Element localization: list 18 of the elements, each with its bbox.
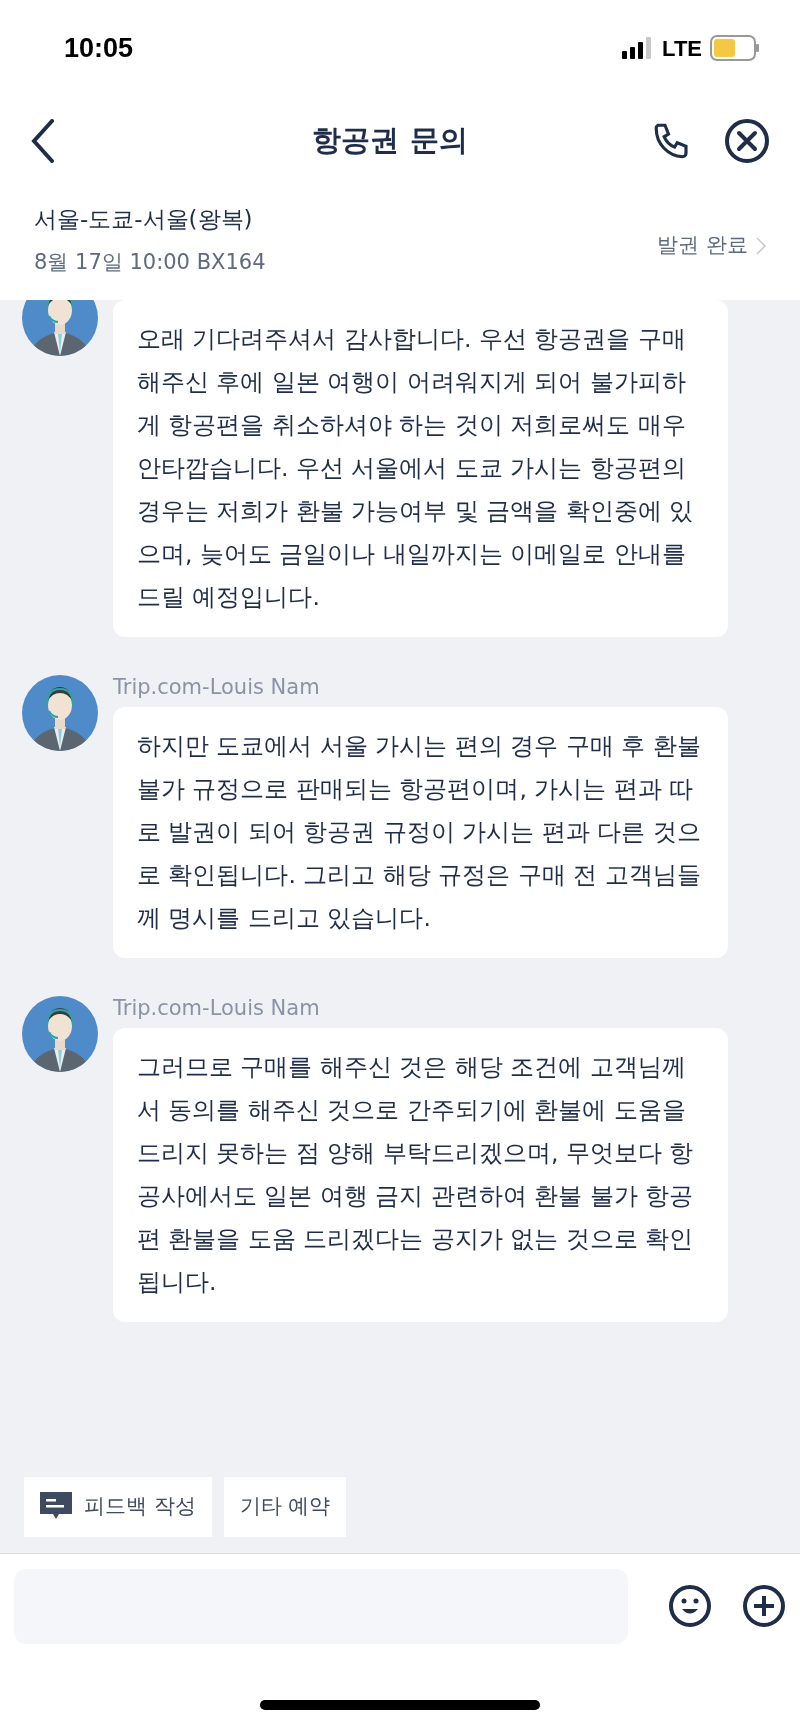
- message-bubble: 하지만 도쿄에서 서울 가시는 편의 경우 구매 후 환불 불가 규정으로 판매되는 항공편이며, 가시는 편과 따로 발권이 되어 항공권 규정이 가시는 편과 다른 것으로 확인됩니다. 그리고 해당 규정은 구매 전 고객님들께 명시를 드리고 있습니다.: [113, 707, 728, 958]
- ticket-status-link[interactable]: 발권 완료: [657, 230, 766, 262]
- battery-icon: [710, 35, 760, 61]
- sender-name: Trip.com-Louis Nam: [113, 996, 321, 1020]
- quick-action-button[interactable]: 기타 예약: [223, 1477, 347, 1537]
- add-button[interactable]: [742, 1584, 786, 1628]
- emoji-button[interactable]: [668, 1584, 712, 1628]
- close-button[interactable]: [724, 118, 770, 164]
- nav-title: 항공권 문의: [311, 122, 469, 160]
- sender-name: Trip.com-Louis Nam: [113, 675, 321, 699]
- status-time: 10:05: [64, 31, 134, 65]
- message-bubble: 그러므로 구매를 해주신 것은 해당 조건에 고객님께서 동의를 해주신 것으로 간주되기에 환불에 도움을 드리지 못하는 점 양해 부탁드리겠으며, 무엇보다 항공사에서도 일본 여행 금지 관련하여 환불 불가 항공편 환불을 도움 드리겠다는 공지가 없는 것으로 확인됩니다.: [113, 1028, 728, 1322]
- quick-action-button[interactable]: 피드백 작성: [24, 1477, 212, 1537]
- route-title: 서울-도쿄-서울(왕복): [34, 205, 254, 234]
- chevron-right-icon: [756, 236, 766, 256]
- message-bubble: 오래 기다려주셔서 감사합니다. 우선 항공권을 구매해주신 후에 일본 여행이 어려워지게 되어 불가피하게 항공편을 취소하셔야 하는 것이 저희로써도 매우 안타깝습니다. 우선 서울에서 도쿄 가시는 항공편의 경우는 저희가 환불 가능여부 및 금액을 확인중에 있으며, 늦어도 금일이나 내일까지는 이메일로 안내를 드릴 예정입니다.: [113, 300, 728, 637]
- flight-details: 8월 17일 10:00 BX164: [34, 248, 266, 276]
- network-label: LTE: [662, 34, 702, 63]
